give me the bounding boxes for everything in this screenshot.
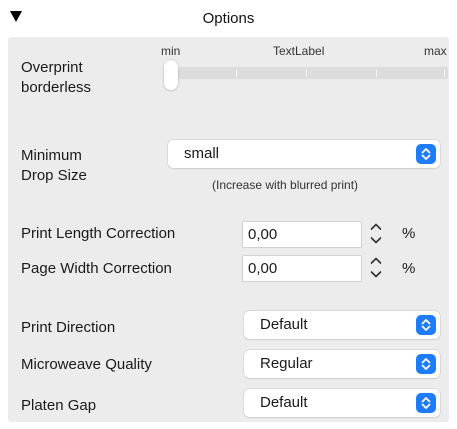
- section-title: Options: [202, 10, 255, 27]
- drop-size-label-line1: Minimum: [21, 147, 82, 164]
- print-direction-label: Print Direction: [21, 319, 116, 336]
- page-width-label: Page Width Correction: [21, 260, 172, 277]
- print-direction-value: Default: [260, 316, 308, 333]
- slider-max-label: max: [424, 44, 447, 58]
- drop-size-hint: (Increase with blurred print): [212, 178, 359, 192]
- slider-tick: [444, 69, 445, 77]
- print-length-stepper[interactable]: [368, 220, 384, 247]
- overprint-label-line2: borderless: [21, 79, 92, 96]
- page-width-field[interactable]: 0,00: [243, 256, 361, 281]
- platen-gap-popup[interactable]: Default: [244, 389, 440, 417]
- page-width-value: 0,00: [248, 260, 278, 277]
- overprint-slider-knob[interactable]: [164, 60, 178, 90]
- print-length-value: 0,00: [248, 226, 278, 243]
- options-header: Options: [0, 0, 457, 34]
- overprint-label-line1: Overprint: [21, 59, 83, 76]
- print-length-field[interactable]: 0,00: [243, 222, 361, 247]
- platen-gap-value: Default: [260, 394, 308, 411]
- drop-size-popup[interactable]: small: [168, 140, 440, 168]
- up-down-chevron-icon: [416, 315, 436, 335]
- up-down-chevron-icon: [416, 144, 436, 164]
- up-down-chevron-icon: [416, 354, 436, 374]
- slider-tick: [236, 69, 237, 77]
- drop-size-label-line2: Drop Size: [21, 167, 87, 184]
- slider-tick: [306, 69, 307, 77]
- platen-gap-label: Platen Gap: [21, 397, 97, 414]
- drop-size-value: small: [184, 145, 220, 162]
- page-width-unit: %: [402, 260, 416, 277]
- print-length-unit: %: [402, 225, 416, 242]
- slider-tick: [376, 69, 377, 77]
- slider-text-label: TextLabel: [273, 44, 325, 58]
- microweave-value: Regular: [260, 355, 313, 372]
- up-down-chevron-icon: [416, 393, 436, 413]
- page-width-stepper[interactable]: [368, 254, 384, 281]
- slider-min-label: min: [161, 44, 181, 58]
- microweave-label: Microweave Quality: [21, 356, 152, 373]
- print-length-label: Print Length Correction: [21, 225, 176, 242]
- print-direction-popup[interactable]: Default: [244, 311, 440, 339]
- overprint-slider-track[interactable]: [166, 67, 448, 79]
- microweave-popup[interactable]: Regular: [244, 350, 440, 378]
